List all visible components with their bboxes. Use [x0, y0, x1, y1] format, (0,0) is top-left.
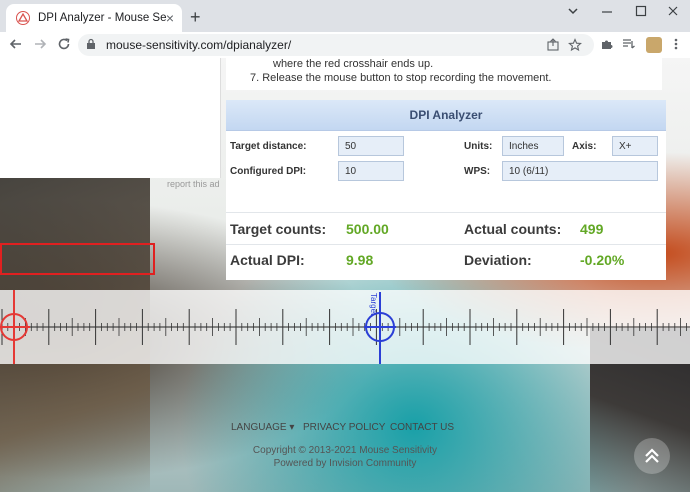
back-arrow-icon[interactable]	[8, 36, 24, 52]
dpi-analyzer-panel: DPI Analyzer Target distance: 50 Configu…	[226, 100, 666, 280]
privacy-policy-link[interactable]: PRIVACY POLICY	[303, 422, 385, 433]
actual-counts-label: Actual counts:	[464, 221, 562, 237]
maximize-icon[interactable]	[634, 4, 648, 18]
powered-by-link[interactable]: Powered by Invision Community	[0, 458, 690, 469]
units-select[interactable]: Inches	[502, 136, 564, 156]
double-chevron-up-icon	[645, 448, 659, 463]
axis-label: Axis:	[572, 141, 597, 152]
language-menu[interactable]: LANGUAGE ▾	[231, 422, 294, 433]
wps-select[interactable]: 10 (6/11)	[502, 161, 658, 181]
actual-dpi-label: Actual DPI:	[230, 252, 305, 268]
units-label: Units:	[464, 141, 493, 152]
copyright-text: Copyright © 2013-2021 Mouse Sensitivity	[252, 445, 438, 456]
window-close-icon[interactable]	[666, 4, 680, 18]
address-bar[interactable]: mouse-sensitivity.com/dpianalyzer/	[78, 34, 594, 56]
actual-dpi-highlight-box	[0, 243, 155, 275]
divider	[226, 244, 666, 245]
target-counts-value: 500.00	[346, 221, 389, 237]
share-icon[interactable]	[546, 38, 560, 52]
configured-dpi-label: Configured DPI:	[230, 166, 307, 177]
actual-counts-value: 499	[580, 221, 604, 237]
extensions-puzzle-icon[interactable]	[600, 37, 614, 51]
start-crosshair-icon	[0, 290, 30, 364]
more-menu-icon[interactable]	[670, 37, 682, 51]
close-tab-icon[interactable]: ×	[166, 10, 174, 26]
contact-us-link[interactable]: CONTACT US	[390, 422, 454, 433]
target-distance-label: Target distance:	[230, 141, 307, 152]
configured-dpi-input[interactable]: 10	[338, 161, 404, 181]
divider	[226, 212, 666, 213]
bookmark-star-icon[interactable]	[568, 38, 582, 52]
tab-title: DPI Analyzer - Mouse Sensitivity	[38, 12, 166, 24]
browser-toolbar: mouse-sensitivity.com/dpianalyzer/	[0, 32, 690, 59]
instructions-box: where the red crosshair ends up. 7. Rele…	[226, 58, 662, 90]
url-text: mouse-sensitivity.com/dpianalyzer/	[106, 38, 292, 52]
target-distance-input[interactable]: 50	[338, 136, 404, 156]
new-tab-button[interactable]: +	[190, 8, 201, 26]
deviation-label: Deviation:	[464, 252, 532, 268]
browser-tab[interactable]: DPI Analyzer - Mouse Sensitivity ×	[6, 4, 182, 32]
page-content: report this ad where the red crosshair e…	[0, 58, 690, 492]
instruction-line: 7. Release the mouse button to stop reco…	[250, 72, 552, 84]
measurement-ruler[interactable]: Target	[0, 290, 690, 364]
ad-placeholder	[0, 58, 221, 178]
tab-bar: DPI Analyzer - Mouse Sensitivity × +	[0, 0, 690, 32]
target-marker-label: Target	[369, 293, 378, 316]
minimize-icon[interactable]	[600, 4, 614, 18]
reading-list-icon[interactable]	[622, 37, 636, 51]
target-counts-label: Target counts:	[230, 221, 327, 237]
axis-select[interactable]: X+	[612, 136, 658, 156]
forward-arrow-icon[interactable]	[32, 36, 48, 52]
tab-search-chevron-icon[interactable]	[566, 4, 580, 18]
instruction-line: where the red crosshair ends up.	[273, 58, 434, 70]
reload-icon[interactable]	[56, 36, 72, 52]
panel-title: DPI Analyzer	[226, 100, 666, 131]
wps-label: WPS:	[464, 166, 491, 177]
target-crosshair-icon	[364, 292, 396, 364]
scroll-to-top-button[interactable]	[634, 438, 670, 474]
ruler-graphic: Target	[0, 290, 690, 364]
actual-dpi-value: 9.98	[346, 252, 374, 268]
lock-icon[interactable]	[86, 38, 96, 50]
site-favicon-icon	[16, 11, 30, 25]
report-ad-link[interactable]: report this ad	[167, 179, 220, 189]
profile-avatar[interactable]	[646, 37, 662, 53]
deviation-value: -0.20%	[580, 252, 625, 268]
